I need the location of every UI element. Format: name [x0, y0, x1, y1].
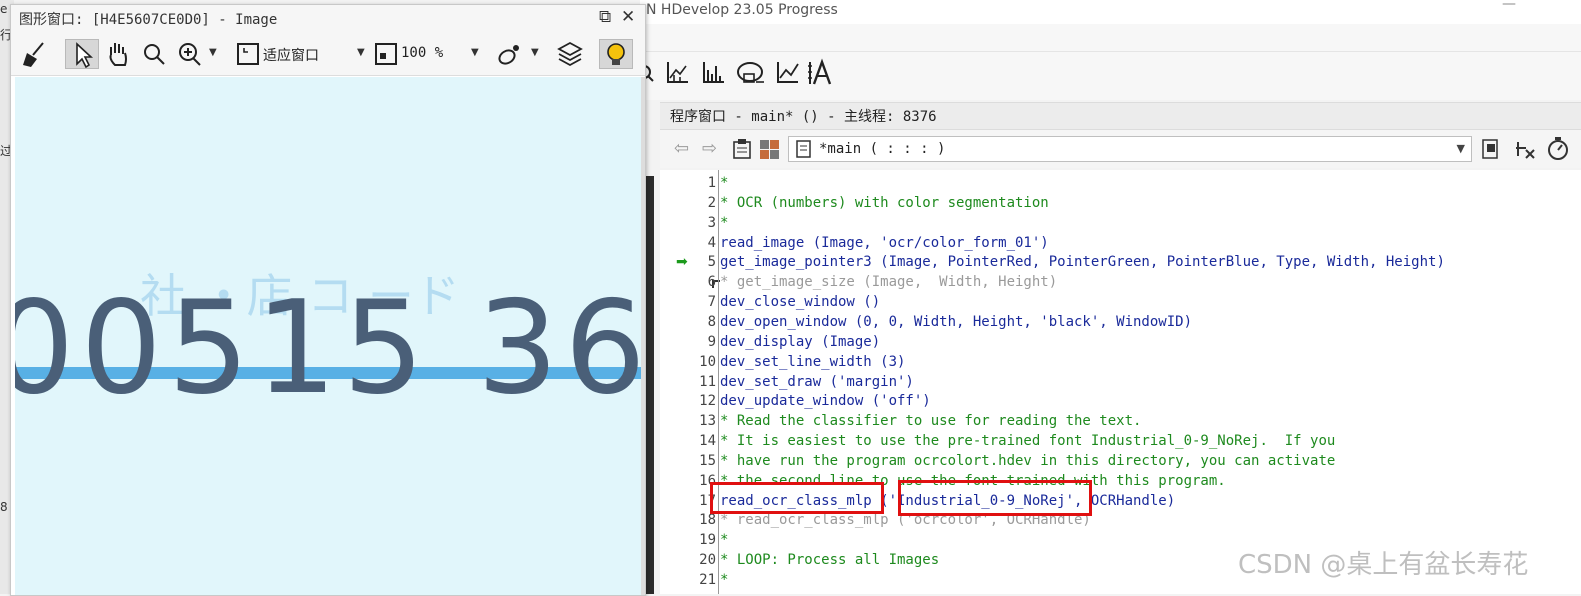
clear-broom-icon[interactable] — [19, 39, 49, 69]
minimize-button[interactable]: — — [1502, 0, 1516, 12]
draw-shape-icon[interactable] — [495, 39, 525, 69]
program-window-titlebar: 程序窗口 - main* () - 主线程: 8376 — [660, 102, 1581, 130]
zoom-percent-value[interactable]: 100 % — [401, 45, 443, 61]
line-number[interactable]: 10 — [686, 352, 716, 372]
line-number[interactable]: 12 — [686, 391, 716, 411]
main-menubar — [640, 24, 1581, 52]
line-number[interactable]: 7 — [686, 292, 716, 312]
procedure-name: *main ( : : : ) — [819, 141, 946, 157]
highlight-box-font-name — [898, 480, 1092, 516]
fit-window-chevron-icon[interactable]: ▼ — [357, 47, 365, 58]
draw-shape-chevron-icon[interactable]: ▼ — [531, 47, 539, 58]
graphics-window-toolbar: ▼ 适应窗口 ▼ 100 % ▼ ▼ — [11, 35, 645, 76]
code-line[interactable]: dev_open_window (0, 0, Width, Height, 'b… — [720, 312, 1192, 332]
line-number[interactable]: 19 — [686, 530, 716, 550]
code-line[interactable]: * have run the program ocrcolort.hdev in… — [720, 451, 1335, 471]
line-number[interactable]: 20 — [686, 550, 716, 570]
zoom-percent-icon — [375, 43, 397, 65]
magnifier-icon[interactable] — [139, 39, 169, 69]
code-line[interactable]: * OCR (numbers) with color segmentation — [720, 193, 1049, 213]
breakpoint-clear-icon[interactable] — [1514, 138, 1536, 160]
plot-icon[interactable] — [777, 62, 799, 83]
graphics-window-title: 图形窗口: [H4E5607CE0D0] - Image — [19, 12, 278, 28]
back-arrow-icon[interactable]: ⇦ — [674, 138, 689, 159]
line-number-gutter[interactable]: ➡ 1 2 3 4 5 6 7 8 9 10 11 12 13 14 15 16 17 18 19 20 21 — [660, 170, 720, 594]
image-digits: 00515 361 — [15, 274, 641, 423]
code-line[interactable]: * — [720, 213, 728, 233]
main-window-titlebar: N HDevelop 23.05 Progress — — [640, 0, 1581, 24]
zoom-menu-chevron-icon[interactable]: ▼ — [209, 47, 217, 58]
line-number[interactable]: 5 — [686, 252, 716, 272]
image-display: 社 ・店 コ ード 00515 361 — [15, 77, 641, 595]
code-line[interactable]: dev_update_window ('off') — [720, 391, 931, 411]
code-line[interactable]: read_image (Image, 'ocr/color_form_01') — [720, 233, 1049, 253]
histogram-icon[interactable] — [667, 62, 688, 83]
line-number[interactable]: 6 — [686, 272, 716, 292]
line-number[interactable]: 15 — [686, 451, 716, 471]
line-number[interactable]: 14 — [686, 431, 716, 451]
canvas-scrollbar[interactable] — [641, 77, 645, 595]
procedure-icon — [796, 140, 811, 158]
pointer-tool-button[interactable] — [65, 39, 99, 69]
watermark: CSDN @桌上有盆长寿花 — [1238, 550, 1529, 580]
code-line[interactable]: * Read the classifier to use for reading… — [720, 411, 1141, 431]
program-editor[interactable]: ➡ 1 2 3 4 5 6 7 8 9 10 11 12 13 14 15 16 17 18 19 20 21 * * O… — [660, 170, 1581, 594]
clipboard-icon[interactable] — [732, 138, 754, 160]
strip-char: 8 — [0, 500, 8, 514]
line-number[interactable]: 8 — [686, 312, 716, 332]
graphics-window: 图形窗口: [H4E5607CE0D0] - Image ⧉ ✕ ▼ 适应窗口 … — [10, 4, 646, 596]
line-number[interactable]: 11 — [686, 372, 716, 392]
grid-icon[interactable] — [760, 140, 780, 160]
code-line[interactable]: * It is easiest to use the pre-trained f… — [720, 431, 1335, 451]
timer-icon[interactable] — [1546, 136, 1572, 162]
line-number[interactable]: 21 — [686, 570, 716, 590]
code-line[interactable]: dev_display (Image) — [720, 332, 880, 352]
line-profile-icon[interactable] — [703, 62, 724, 83]
ocr-text-icon[interactable] — [808, 58, 832, 85]
forward-arrow-icon[interactable]: ⇨ — [702, 138, 717, 159]
code-line[interactable]: * get_image_size (Image, Width, Height) — [720, 272, 1057, 292]
line-number[interactable]: 9 — [686, 332, 716, 352]
main-window-title: N HDevelop 23.05 Progress — [646, 2, 838, 18]
procedure-copy-icon[interactable] — [1480, 137, 1502, 161]
fit-window-icon[interactable] — [235, 39, 261, 69]
code-line[interactable]: * — [720, 173, 728, 193]
image-canvas[interactable]: 社 ・店 コ ード 00515 361 — [15, 77, 641, 595]
code-line[interactable]: dev_set_draw ('margin') — [720, 372, 914, 392]
main-toolbar-icons — [640, 58, 832, 85]
line-number[interactable]: 2 — [686, 193, 716, 213]
line-number[interactable]: 3 — [686, 213, 716, 233]
program-window-toolbar: ⇦ ⇨ *main ( : : : ) ▼ — [660, 130, 1581, 168]
gray-histogram-icon[interactable] — [737, 62, 764, 83]
code-line[interactable]: * — [720, 570, 728, 590]
code-line[interactable]: dev_close_window () — [720, 292, 880, 312]
line-number[interactable]: 4 — [686, 233, 716, 253]
line-number[interactable]: 1 — [686, 173, 716, 193]
cursor-arrow-icon — [76, 42, 94, 69]
zoom-in-icon[interactable] — [175, 39, 205, 69]
hint-toggle-button[interactable] — [599, 39, 633, 69]
code-line[interactable]: dev_set_line_width (3) — [720, 352, 905, 372]
fit-window-button[interactable]: 适应窗口 — [263, 45, 319, 65]
chevron-down-icon: ▼ — [1456, 142, 1465, 155]
zoom-percent-chevron-icon[interactable]: ▼ — [471, 47, 479, 58]
hand-pan-icon[interactable] — [103, 39, 133, 69]
close-icon[interactable]: ✕ — [621, 7, 635, 27]
line-number[interactable]: 13 — [686, 411, 716, 431]
gutter-divider — [718, 170, 719, 594]
highlight-box-operator — [710, 482, 884, 514]
procedure-select[interactable]: *main ( : : : ) ▼ — [788, 136, 1472, 162]
program-window-title: 程序窗口 - main* () - 主线程: 8376 — [670, 109, 937, 125]
code-line[interactable]: * LOOP: Process all Images — [720, 550, 939, 570]
layers-icon[interactable] — [555, 39, 585, 69]
code-line[interactable]: get_image_pointer3 (Image, PointerRed, P… — [720, 252, 1445, 272]
main-toolbar — [640, 52, 1581, 100]
window-gap — [645, 176, 654, 594]
lightbulb-icon — [607, 43, 625, 65]
strip-char: e — [0, 2, 8, 16]
graphics-window-titlebar[interactable]: 图形窗口: [H4E5607CE0D0] - Image ⧉ ✕ — [11, 5, 645, 35]
code-line[interactable]: * — [720, 530, 728, 550]
restore-icon[interactable]: ⧉ — [599, 7, 611, 27]
